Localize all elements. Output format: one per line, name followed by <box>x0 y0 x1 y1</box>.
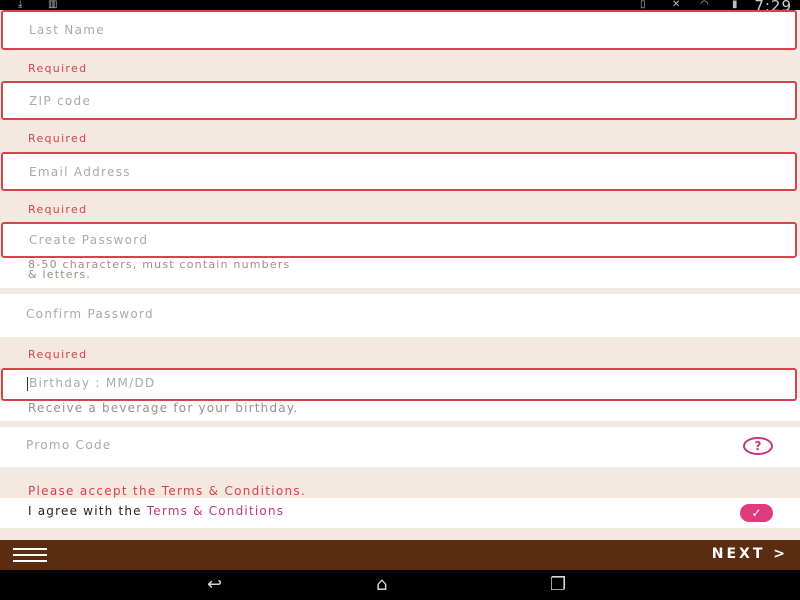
terms-link[interactable]: Terms & Conditions <box>147 504 284 518</box>
last-name-placeholder: Last Name <box>29 23 105 37</box>
terms-label: I agree with the Terms & Conditions <box>28 504 284 518</box>
next-button[interactable]: NEXT > <box>712 546 788 562</box>
battery-icon: ▮ <box>732 0 738 10</box>
last-name-input[interactable]: Last Name <box>1 10 797 50</box>
email-input[interactable]: Email Address <box>1 152 797 191</box>
chevron-right-icon: > <box>773 546 788 562</box>
home-icon[interactable]: ⌂ <box>376 576 387 594</box>
download-icon: ⤓ <box>18 0 23 10</box>
confirm-password-placeholder: Confirm Password <box>26 307 154 321</box>
next-label: NEXT <box>711 546 766 562</box>
confirm-password-error: Required <box>28 348 88 361</box>
wifi-icon: ◠ <box>700 0 709 10</box>
recents-icon[interactable]: ❐ <box>550 576 566 594</box>
hamburger-icon[interactable] <box>13 548 47 562</box>
barcode-icon: ▥ <box>48 0 58 10</box>
zip-placeholder: ZIP code <box>29 94 92 108</box>
password-hint-line2: & letters. <box>28 268 92 281</box>
confirm-password-input[interactable]: Confirm Password <box>0 294 800 337</box>
status-bar: ⤓ ▥ ▯ ✕ ◠ ▮ 7:29 <box>0 0 800 15</box>
promo-code-placeholder: Promo Code <box>26 438 112 452</box>
email-error: Required <box>28 203 88 216</box>
email-placeholder: Email Address <box>29 165 131 179</box>
birthday-input[interactable]: Birthday : MM/DD <box>1 368 797 401</box>
birthday-hint: Receive a beverage for your birthday. <box>28 401 299 415</box>
terms-prefix: I agree with the <box>28 504 147 518</box>
question-circle-icon[interactable]: ? <box>743 437 773 455</box>
birthday-placeholder: Birthday : MM/DD <box>29 376 156 390</box>
terms-error: Please accept the Terms & Conditions. <box>28 484 307 498</box>
zip-input[interactable]: ZIP code <box>1 81 797 120</box>
bottom-action-bar: NEXT > <box>0 540 800 570</box>
checkmark-icon[interactable]: ✓ <box>740 504 773 522</box>
vibrate-icon: ▯ <box>640 0 646 10</box>
back-arrow-icon[interactable]: ↩ <box>207 576 222 594</box>
zip-error: Required <box>28 132 88 145</box>
promo-code-input[interactable]: Promo Code ? <box>0 427 800 467</box>
system-nav-bar: ↩ ⌂ ❐ <box>0 570 800 600</box>
last-name-error: Required <box>28 62 88 75</box>
create-password-placeholder: Create Password <box>29 233 149 247</box>
mute-icon: ✕ <box>672 0 681 10</box>
text-cursor <box>27 377 28 391</box>
terms-row[interactable]: I agree with the Terms & Conditions ✓ <box>0 498 800 528</box>
create-password-input[interactable]: Create Password <box>1 222 797 258</box>
